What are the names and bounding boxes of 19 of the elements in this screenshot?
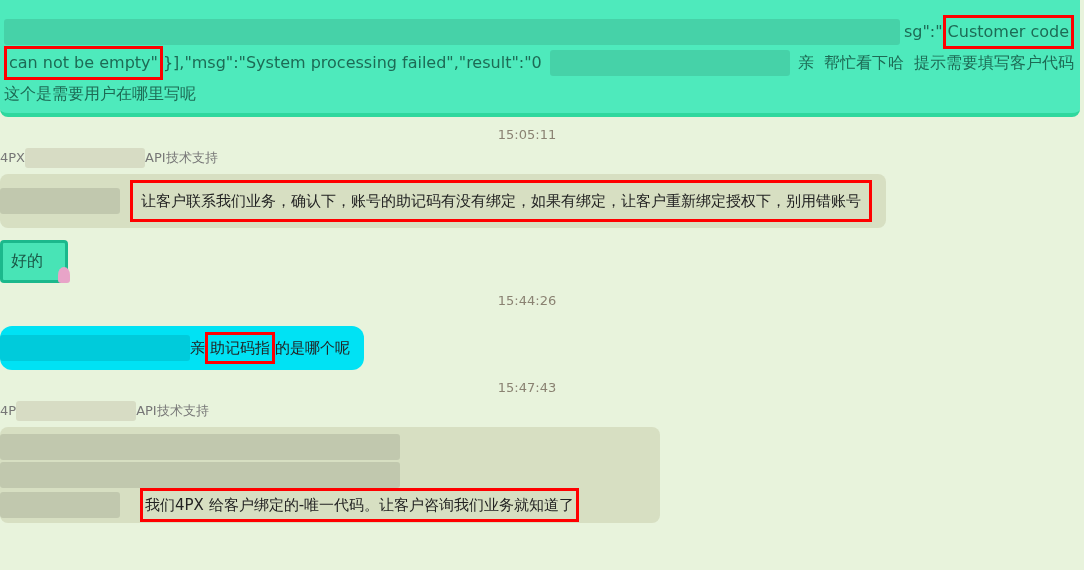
sender-name: 4PX <box>0 149 26 167</box>
message-text: 亲 帮忙看下哈 提示需要填写客户代码 <box>797 51 1074 74</box>
highlighted-text: 让客户联系我们业务，确认下，账号的助记码有没有绑定，如果有绑定，让客户重新绑定授权下，别用错账号 <box>130 180 872 222</box>
sender-name: API技术支持 <box>145 149 218 167</box>
highlighted-text: 助记码指 <box>205 332 275 364</box>
highlighted-text: Customer code <box>942 14 1074 49</box>
timestamp: 15:44:26 <box>496 293 558 308</box>
timestamp: 15:47:43 <box>496 380 558 395</box>
sticker-text: 好的 <box>0 240 68 283</box>
message-text: 这个是需要用户在哪里写呢 <box>4 82 196 105</box>
message-text: 亲 <box>190 338 205 359</box>
timestamp: 15:05:11 <box>496 127 558 142</box>
sender-name: API技术支持 <box>136 402 209 420</box>
sender-name: 4P <box>0 402 17 420</box>
message-text: 的是哪个呢 <box>275 338 350 359</box>
highlighted-text: 我们4PX 给客户绑定的-唯一代码。让客户咨询我们业务就知道了 <box>140 488 580 522</box>
message-text: sg":" <box>904 20 943 43</box>
highlighted-text: can not be empty" <box>4 45 163 80</box>
message-text: }],"msg":"System processing failed","result":"0 <box>162 51 542 74</box>
